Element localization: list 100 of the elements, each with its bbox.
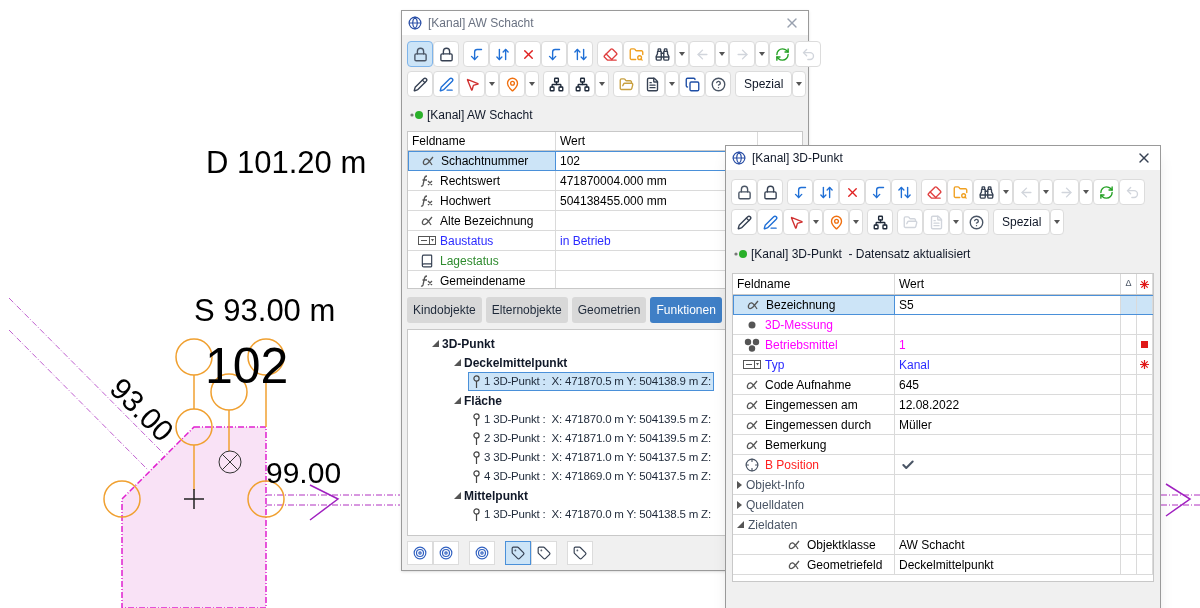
- delete-button[interactable]: [839, 179, 865, 205]
- target-button[interactable]: [469, 541, 495, 565]
- tree-item[interactable]: 3 3D-Punkt : X: 471871.0 m Y: 504137.5 m Z:: [468, 448, 714, 467]
- tree-button[interactable]: [543, 71, 569, 97]
- dropdown-button[interactable]: [525, 71, 539, 97]
- help-button[interactable]: [705, 71, 731, 97]
- field-cell[interactable]: Eingemessen durch: [733, 415, 895, 434]
- arrow-down-icon: [870, 184, 886, 200]
- dropdown-button[interactable]: [849, 209, 863, 235]
- pin-button[interactable]: [823, 209, 849, 235]
- field-cell[interactable]: Schachtnummer: [408, 152, 556, 170]
- undo-icon: [800, 46, 816, 62]
- help-button[interactable]: [963, 209, 989, 235]
- pen-button[interactable]: [433, 71, 459, 97]
- column-header: Wert: [899, 276, 925, 293]
- tree-item[interactable]: 1 3D-Punkt : X: 471870.0 m Y: 504138.5 m Z:: [468, 505, 714, 524]
- copy-button[interactable]: [679, 71, 705, 97]
- tree-item[interactable]: 2 3D-Punkt : X: 471871.0 m Y: 504139.5 m Z:: [468, 429, 714, 448]
- tree-node[interactable]: Mittelpunkt: [464, 486, 528, 505]
- field-cell[interactable]: Typ: [733, 355, 895, 374]
- field-cell[interactable]: Bemerkung: [733, 435, 895, 454]
- toolbar-button[interactable]: Spezial: [735, 71, 793, 97]
- dropdown-button[interactable]: [485, 71, 499, 97]
- swap-arrows-button[interactable]: [813, 179, 839, 205]
- tab[interactable]: Elternobjekte: [485, 297, 568, 323]
- toolbar-button[interactable]: Spezial: [993, 209, 1051, 235]
- dropdown-button[interactable]: [999, 179, 1013, 205]
- eraser-icon: [602, 46, 618, 62]
- field-cell[interactable]: B Position: [733, 455, 895, 474]
- field-cell[interactable]: Eingemessen am: [733, 395, 895, 414]
- field-cell[interactable]: Geometriefeld: [733, 555, 895, 574]
- book-icon: [420, 253, 434, 268]
- group-row[interactable]: Objekt-Info: [733, 475, 895, 494]
- field-cell[interactable]: Bezeichnung: [733, 296, 895, 314]
- dropdown-button[interactable]: [1079, 179, 1093, 205]
- field-cell[interactable]: Code Aufnahme: [733, 375, 895, 394]
- dropdown-button[interactable]: [809, 209, 823, 235]
- field-cell[interactable]: Alte Bezeichnung: [408, 211, 556, 230]
- dropdown-button[interactable]: [675, 41, 689, 67]
- field-cell[interactable]: Lagestatus: [408, 251, 556, 270]
- document-button[interactable]: [639, 71, 665, 97]
- dropdown-button[interactable]: [755, 41, 769, 67]
- field-cell[interactable]: Baustatus: [408, 231, 556, 250]
- arrow-down-button[interactable]: [541, 41, 567, 67]
- lock-button[interactable]: [433, 41, 459, 67]
- swap-arrows-button[interactable]: [489, 41, 515, 67]
- field-cell[interactable]: Rechtswert: [408, 171, 556, 190]
- arrow-right-icon: [734, 46, 750, 62]
- pencil-button[interactable]: [407, 71, 433, 97]
- dropdown-button[interactable]: [949, 209, 963, 235]
- dropdown-button[interactable]: [792, 71, 807, 97]
- group-row[interactable]: Zieldaten: [733, 515, 895, 534]
- tree-item[interactable]: 1 3D-Punkt : X: 471870.5 m Y: 504138.9 m Z:: [468, 372, 714, 391]
- eraser-button[interactable]: [597, 41, 623, 67]
- label-button[interactable]: [505, 541, 531, 565]
- tree-item[interactable]: 4 3D-Punkt : X: 471869.0 m Y: 504137.5 m Z:: [468, 467, 714, 486]
- caret-icon: [1083, 190, 1089, 194]
- tree-node[interactable]: Fläche: [464, 391, 502, 410]
- pen-button[interactable]: [757, 209, 783, 235]
- tab[interactable]: Geometrien: [571, 297, 647, 323]
- tree-item[interactable]: 1 3D-Punkt : X: 471870.0 m Y: 504139.5 m Z:: [468, 410, 714, 429]
- dropdown-button[interactable]: [595, 71, 609, 97]
- tree-node[interactable]: 3D-Punkt: [442, 334, 495, 353]
- alpha-icon: [746, 379, 758, 390]
- dropdown-button[interactable]: [1039, 179, 1053, 205]
- group-row[interactable]: Quelldaten: [733, 495, 895, 514]
- status-text: [Kanal] AW Schacht: [427, 107, 533, 124]
- swap-arrows-button[interactable]: [567, 41, 593, 67]
- arrow-down-button[interactable]: [463, 41, 489, 67]
- pin-icon: [473, 432, 480, 445]
- arrow-down-button[interactable]: [865, 179, 891, 205]
- pencil-button[interactable]: [731, 209, 757, 235]
- arrow-right-icon: [1058, 184, 1074, 200]
- refresh-button[interactable]: [769, 41, 795, 67]
- field-name: Gemeindename: [439, 272, 526, 288]
- field-name: Bemerkung: [764, 436, 827, 454]
- dots-icon: [744, 337, 760, 352]
- pin-button[interactable]: [499, 71, 525, 97]
- swap-arrows-button[interactable]: [891, 179, 917, 205]
- dropdown-button[interactable]: [1050, 209, 1065, 235]
- caret-icon: [489, 82, 495, 86]
- tab[interactable]: Funktionen: [650, 297, 722, 323]
- field-cell[interactable]: Objektklasse: [733, 535, 895, 554]
- lock-button[interactable]: [757, 179, 783, 205]
- asterisk-icon: [1140, 360, 1149, 369]
- field-cell[interactable]: Gemeindename: [408, 271, 556, 288]
- eraser-button[interactable]: [921, 179, 947, 205]
- asterisk-icon: [1140, 279, 1149, 289]
- field-cell[interactable]: Hochwert: [408, 191, 556, 210]
- dropdown-button[interactable]: [715, 41, 729, 67]
- dropdown-button[interactable]: [665, 71, 679, 97]
- tree-button[interactable]: [569, 71, 595, 97]
- binoculars-button[interactable]: [649, 41, 675, 67]
- tab[interactable]: Kindobjekte: [407, 297, 482, 323]
- arrow-down-button[interactable]: [787, 179, 813, 205]
- tree-node[interactable]: Deckelmittelpunkt: [464, 353, 568, 372]
- tree-button[interactable]: [867, 209, 893, 235]
- delete-button[interactable]: [515, 41, 541, 67]
- refresh-button[interactable]: [1093, 179, 1119, 205]
- binoculars-button[interactable]: [973, 179, 999, 205]
